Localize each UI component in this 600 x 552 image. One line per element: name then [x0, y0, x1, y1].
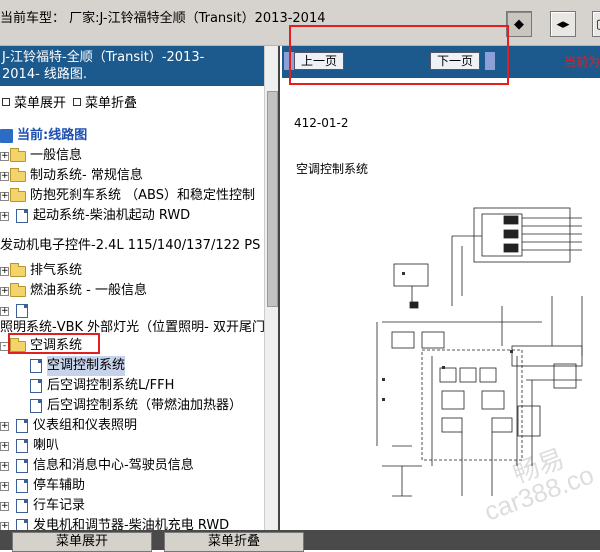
tree-item-label: 后空调控制系统（带燃油加热器）: [47, 398, 243, 413]
tree-item-label: 后空调控制系统L/FFH: [47, 378, 175, 393]
tree-title: J-江铃福特-全顺（Transit）-2013- 2014- 线路图.: [0, 46, 264, 86]
tree-item-label: 信息和消息中心-驾驶员信息: [33, 458, 194, 473]
document-icon: [16, 304, 28, 318]
document-icon: [30, 399, 42, 413]
car-model-label: 当前车型： 厂家:J-江铃福特全顺（Transit）2013-2014: [0, 11, 326, 26]
expand-toggle[interactable]: +: [0, 481, 9, 491]
expand-toggle[interactable]: +: [0, 171, 9, 181]
tree-item-label: 防抱死刹车系统 （ABS）和稳定性控制: [30, 188, 255, 203]
tree-item-cluster[interactable]: + 仪表组和仪表照明: [0, 416, 137, 436]
expand-all-label: 菜单展开: [14, 96, 67, 111]
document-icon: [16, 519, 28, 530]
window-icon[interactable]: ▢: [592, 11, 600, 37]
tree-root[interactable]: 当前:线路图: [0, 126, 87, 146]
expand-toggle[interactable]: +: [0, 461, 9, 471]
tree-item-label: 喇叭: [33, 438, 60, 453]
document-icon: [16, 459, 28, 473]
expand-toggle[interactable]: +: [0, 266, 9, 276]
expand-toggle[interactable]: +: [0, 501, 9, 511]
tree-title-line1: J-江铃福特-全顺（Transit）-2013-: [2, 50, 205, 65]
tree-item-label-selected: 空调控制系统: [47, 356, 126, 376]
tree-item-rear-ac-heater[interactable]: 后空调控制系统（带燃油加热器）: [30, 396, 242, 416]
top-toolbar: 当前车型： 厂家:J-江铃福特全顺（Transit）2013-2014 ◆ ◂▸…: [0, 0, 600, 46]
expand-toggle[interactable]: +: [0, 286, 9, 296]
collapse-all-button[interactable]: 菜单折叠: [164, 532, 304, 552]
expand-toggle[interactable]: +: [0, 421, 9, 431]
document-icon: [30, 359, 42, 373]
expand-toggle[interactable]: +: [0, 151, 9, 161]
tree-root-label: 当前:线路图: [17, 128, 88, 143]
tree-item-label: 制动系统- 常规信息: [30, 168, 143, 183]
expand-horizontal-icon[interactable]: ◂▸: [550, 11, 576, 37]
expand-toggle[interactable]: +: [0, 211, 9, 221]
document-icon: [16, 439, 28, 453]
tree-item-fuel[interactable]: + 燃油系统 - 一般信息: [0, 281, 147, 301]
tree-item-label: 起动系统-柴油机起动 RWD: [33, 208, 191, 223]
document-icon: [16, 209, 28, 223]
tree-item-horn[interactable]: + 喇叭: [0, 436, 59, 456]
expand-toggle[interactable]: +: [0, 191, 9, 201]
tree-item-label: 发动机电子控件-2.4L 115/140/137/122 PS: [0, 238, 261, 253]
tree-scrollbar[interactable]: [264, 46, 278, 530]
expand-toggle[interactable]: +: [0, 306, 9, 316]
expand-toggle[interactable]: +: [0, 441, 9, 451]
dot-in-frame-icon[interactable]: ◆: [506, 11, 532, 37]
tree-item-recorder[interactable]: + 行车记录: [0, 496, 85, 516]
highlight-box: [8, 333, 100, 354]
diagram-panel: 上一页 下一页 当前为 412-01-2 空调控制系统 畅易 car388.co: [282, 46, 600, 530]
folder-icon: [10, 187, 26, 202]
tree-item-label: 发电机和调节器-柴油机充电 RWD: [33, 518, 230, 530]
document-icon: [16, 499, 28, 513]
folder-icon: [10, 147, 26, 162]
folder-icon: [10, 167, 26, 182]
folder-icon: [10, 262, 26, 277]
tree-item-alternator[interactable]: + 发电机和调节器-柴油机充电 RWD: [0, 516, 229, 530]
folder-icon: [10, 282, 26, 297]
menu-controls: 菜单展开 菜单折叠: [0, 92, 264, 112]
expand-toggle[interactable]: +: [0, 521, 9, 530]
tree-item-label: 一般信息: [30, 148, 83, 163]
tree-item-starter[interactable]: + 起动系统-柴油机起动 RWD: [0, 206, 190, 226]
tree-item-label: 排气系统: [30, 263, 83, 278]
square-icon: [73, 97, 81, 106]
document-icon: [30, 379, 42, 393]
tree-item-label: 仪表组和仪表照明: [33, 418, 138, 433]
collapse-all-link[interactable]: 菜单折叠: [71, 92, 137, 111]
document-icon: [16, 479, 28, 493]
tree-item-exhaust[interactable]: + 排气系统: [0, 261, 82, 281]
expand-all-link[interactable]: 菜单展开: [0, 92, 66, 111]
tree-item-ac-control[interactable]: 空调控制系统: [30, 356, 126, 376]
tree-item-label: 燃油系统 - 一般信息: [30, 283, 147, 298]
tree-item-rear-ac[interactable]: 后空调控制系统L/FFH: [30, 376, 174, 396]
tree-item-info-center[interactable]: + 信息和消息中心-驾驶员信息: [0, 456, 194, 476]
tree-item-brake[interactable]: + 制动系统- 常规信息: [0, 166, 143, 186]
expand-all-button[interactable]: 菜单展开: [12, 532, 152, 552]
tree-item-general[interactable]: + 一般信息: [0, 146, 82, 166]
left-tree-panel: J-江铃福特-全顺（Transit）-2013- 2014- 线路图. 菜单展开…: [0, 46, 280, 530]
bottom-bar: 菜单展开 菜单折叠: [0, 530, 600, 552]
tree-item-parking[interactable]: + 停车辅助: [0, 476, 85, 496]
tree-title-line2: 2014- 线路图.: [2, 67, 88, 82]
square-icon: [2, 97, 10, 106]
collapse-all-label: 菜单折叠: [85, 96, 138, 111]
tree-item-label: 行车记录: [33, 498, 86, 513]
tree-item-label: 停车辅助: [33, 478, 86, 493]
tree-item-abs[interactable]: + 防抱死刹车系统 （ABS）和稳定性控制: [0, 186, 255, 206]
scroll-thumb[interactable]: [267, 91, 278, 307]
tree-item-engine[interactable]: 发动机电子控件-2.4L 115/140/137/122 PS: [0, 236, 260, 256]
book-icon: [0, 129, 13, 143]
document-icon: [16, 419, 28, 433]
